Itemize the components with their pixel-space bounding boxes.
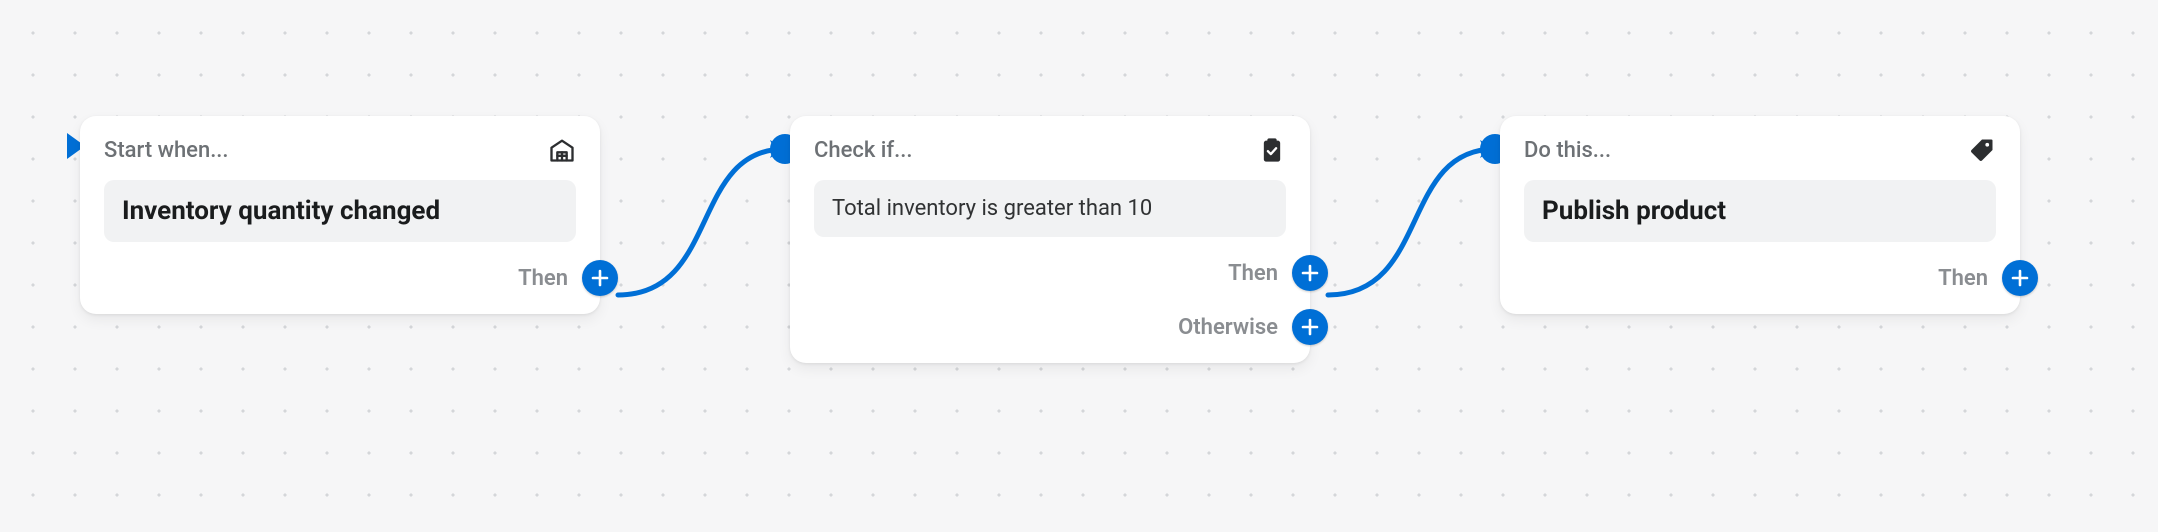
trigger-branch-then: Then <box>104 260 576 296</box>
condition-branch-then: Then <box>814 255 1286 291</box>
condition-header: Check if... <box>814 138 913 163</box>
branch-label: Then <box>518 266 568 291</box>
clipboard-check-icon <box>1258 136 1286 164</box>
trigger-node[interactable]: Start when... Inventory quantity changed… <box>80 116 600 314</box>
branch-label: Then <box>1228 261 1278 286</box>
tag-icon <box>1968 136 1996 164</box>
branch-label: Otherwise <box>1178 315 1278 340</box>
add-step-button[interactable] <box>1292 255 1328 291</box>
warehouse-icon <box>548 136 576 164</box>
action-header: Do this... <box>1524 138 1611 163</box>
trigger-body: Inventory quantity changed <box>104 180 576 242</box>
branch-label: Then <box>1938 266 1988 291</box>
condition-body-text: Total inventory is greater than 10 <box>832 196 1268 221</box>
condition-body: Total inventory is greater than 10 <box>814 180 1286 237</box>
trigger-header: Start when... <box>104 138 229 163</box>
action-branch-then: Then <box>1524 260 1996 296</box>
add-step-button[interactable] <box>1292 309 1328 345</box>
add-step-button[interactable] <box>2002 260 2038 296</box>
action-body: Publish product <box>1524 180 1996 242</box>
condition-branch-otherwise: Otherwise <box>814 309 1286 345</box>
action-node[interactable]: Do this... Publish product Then <box>1500 116 2020 314</box>
trigger-body-text: Inventory quantity changed <box>122 196 558 226</box>
flow-canvas[interactable]: Start when... Inventory quantity changed… <box>0 0 2158 532</box>
action-body-text: Publish product <box>1542 196 1978 226</box>
add-step-button[interactable] <box>582 260 618 296</box>
condition-node[interactable]: Check if... Total inventory is greater t… <box>790 116 1310 363</box>
